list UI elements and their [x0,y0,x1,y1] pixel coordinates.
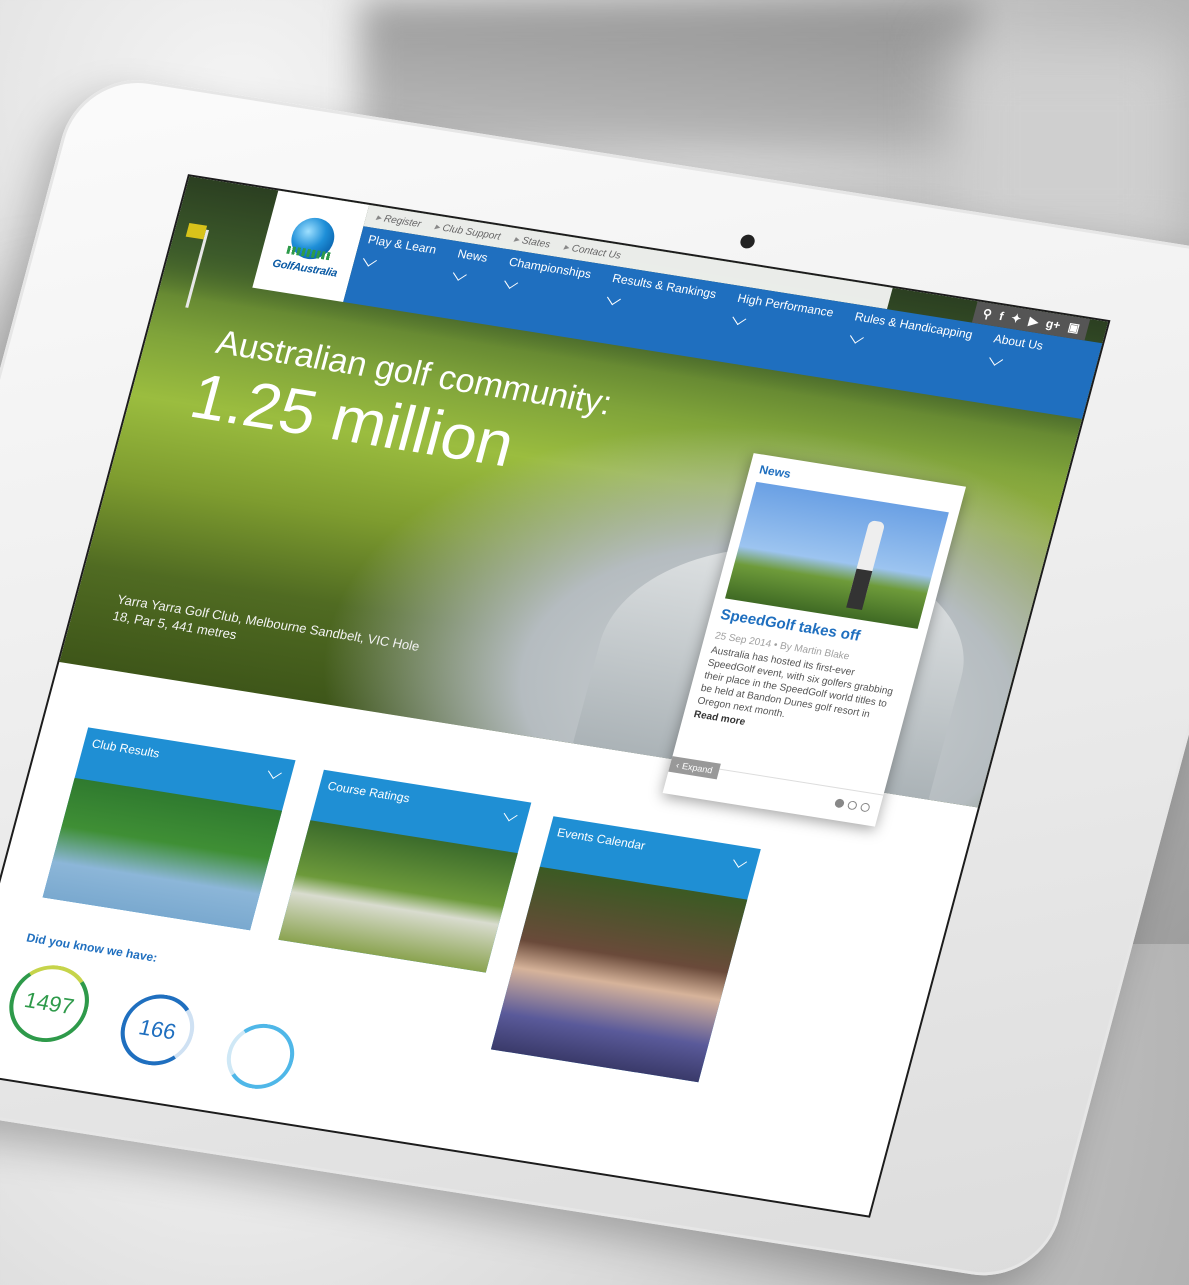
tile-events-calendar[interactable]: Events Calendar [490,816,761,1083]
google-plus-icon[interactable]: g+ [1044,316,1062,332]
search-icon[interactable]: ⚲ [981,306,993,321]
facebook-icon[interactable]: f [998,309,1006,323]
stat-ring [219,1019,302,1094]
tile-course-ratings[interactable]: Course Ratings [278,769,532,973]
tile-image [490,866,748,1083]
chevron-down-icon [732,311,747,326]
nav-about-us[interactable]: About Us [987,331,1045,372]
carousel-dot[interactable] [833,798,846,809]
news-photo[interactable] [725,481,949,629]
util-link-states[interactable]: States [513,234,552,250]
nav-high-performance[interactable]: High Performance [731,291,835,339]
stat-value: 166 [136,1014,179,1045]
news-card-footer: Expand [662,756,884,827]
logo-text: GolfAustralia [271,257,339,280]
chevron-down-icon [503,275,518,289]
chevron-down-icon [849,329,864,344]
tile-label: Events Calendar [555,825,647,853]
util-link-register[interactable]: Register [375,212,423,230]
camera-icon [738,233,757,250]
chevron-down-icon [452,267,467,281]
carousel-dot[interactable] [859,802,871,813]
tile-club-results[interactable]: Club Results [42,727,296,931]
stat-value: 1497 [21,987,77,1020]
nav-label: About Us [992,331,1045,353]
flag-icon [185,222,208,240]
chevron-down-icon [503,807,518,822]
chevron-down-icon [362,252,377,267]
nav-results-rankings[interactable]: Results & Rankings [606,271,718,320]
youtube-icon[interactable]: ▶ [1027,314,1040,329]
nav-label: Play & Learn [366,232,438,257]
golfer-legs [846,568,873,610]
chevron-down-icon [733,854,748,868]
tile-label: Course Ratings [326,778,412,806]
nav-championships[interactable]: Championships [502,255,593,301]
expand-button[interactable]: Expand [668,756,721,780]
tablet-device: Australian golf community: 1.25 million … [0,70,1189,1285]
tile-label: Club Results [90,736,162,761]
stats-title: Did you know we have: [24,930,159,965]
carousel-dots [833,798,871,813]
tablet-screen: Australian golf community: 1.25 million … [0,174,1111,1218]
stat-ring: 1497 [0,959,98,1048]
chevron-down-icon [988,351,1003,366]
carousel-dot[interactable] [846,800,858,811]
stat-ring: 166 [112,989,203,1071]
background-blur [360,0,980,150]
hero-caption: Yarra Yarra Golf Club, Melbourne Sandbel… [111,591,422,654]
chevron-down-icon [607,291,622,306]
instagram-icon[interactable]: ▣ [1066,320,1081,335]
social-bar: ⚲ f ✦ ▶ g+ ▣ [972,301,1091,341]
nav-play-and-learn[interactable]: Play & Learn [361,232,438,276]
chevron-down-icon [267,765,282,779]
twitter-icon[interactable]: ✦ [1009,311,1023,326]
nav-news[interactable]: News [451,246,490,285]
nav-label: News [456,246,490,265]
